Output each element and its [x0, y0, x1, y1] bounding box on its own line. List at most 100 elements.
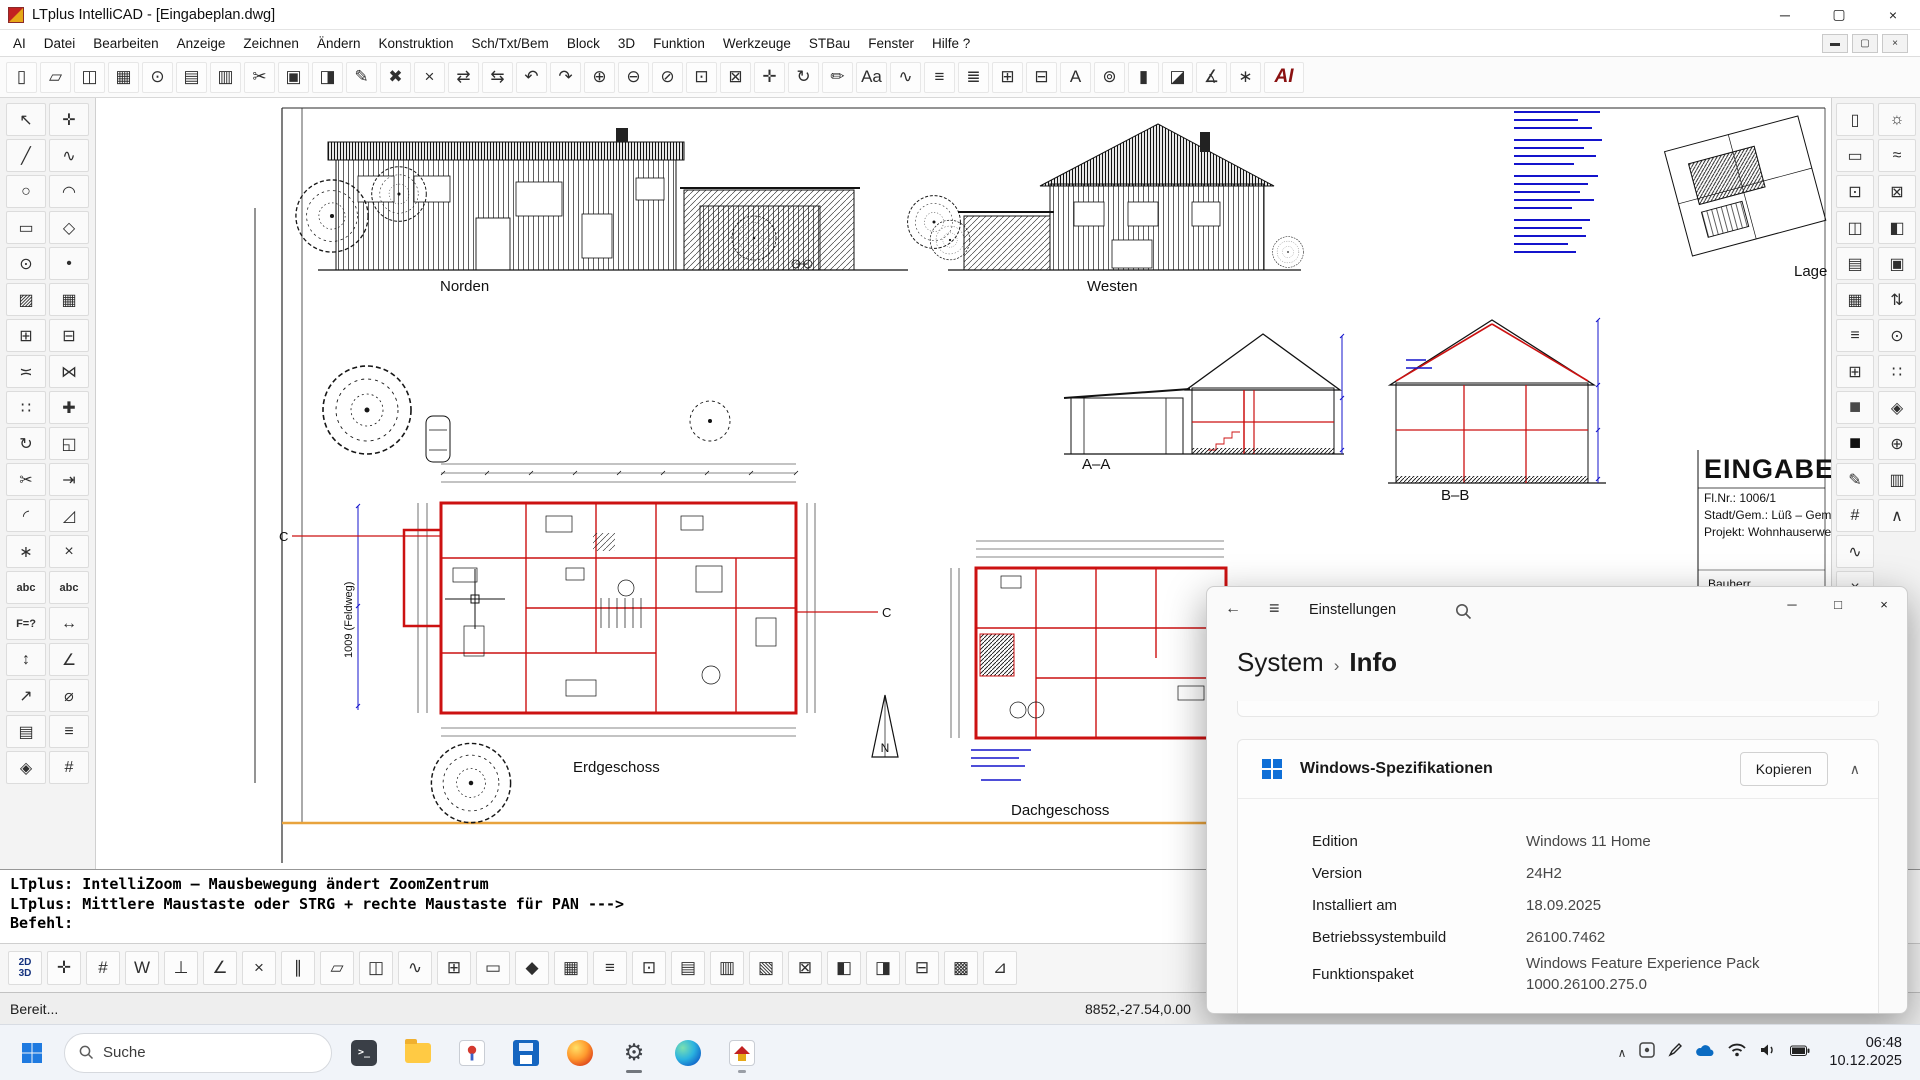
viewport-icon[interactable]: ⊡	[1836, 175, 1874, 208]
settings-minimize-button[interactable]: ─	[1769, 587, 1815, 621]
pin-app-icon[interactable]	[450, 1031, 494, 1075]
hidden-icons-chevron[interactable]: ∧	[1618, 1046, 1627, 1060]
explode-tool-icon[interactable]: ∗	[6, 535, 46, 568]
pen-icon[interactable]	[1668, 1043, 1682, 1062]
print-snap-icon[interactable]: ▤	[671, 951, 705, 985]
save-icon[interactable]: ◫	[74, 62, 105, 93]
menu-item[interactable]: Ändern	[308, 33, 370, 54]
polygon-snap-icon[interactable]: ▱	[320, 951, 354, 985]
measure-icon[interactable]: ∡	[1196, 62, 1227, 93]
plus-icon[interactable]: ⊕	[1878, 427, 1916, 460]
block-create-icon[interactable]: ⊟	[49, 319, 89, 352]
menu-item[interactable]: Fenster	[859, 33, 923, 54]
settings-sun-icon[interactable]: ☼	[1878, 103, 1916, 136]
onedrive-cloud-icon[interactable]	[1695, 1044, 1715, 1062]
pattern-diag-icon[interactable]: ▧	[749, 951, 783, 985]
dim-linear-icon[interactable]: ↔	[49, 607, 89, 640]
close-button[interactable]: ×	[1866, 0, 1920, 29]
layout-icon[interactable]: ▭	[1836, 139, 1874, 172]
circle-tool-icon[interactable]: ○	[6, 175, 46, 208]
block-icon[interactable]: ⊞	[1836, 355, 1874, 388]
breadcrumb-system[interactable]: System	[1237, 647, 1324, 678]
text-icon[interactable]: A	[1060, 62, 1091, 93]
zoom-in-icon[interactable]: ⊕	[584, 62, 615, 93]
menu-item[interactable]: Funktion	[644, 33, 714, 54]
updown-icon[interactable]: ⇅	[1878, 283, 1916, 316]
layer-tool-icon[interactable]: ≡	[49, 715, 89, 748]
edit-pen-icon[interactable]: ✎	[346, 62, 377, 93]
menu-item[interactable]: Bearbeiten	[84, 33, 167, 54]
properties-tool-icon[interactable]: ◈	[6, 751, 46, 784]
pen-icon[interactable]: ✎	[1836, 463, 1874, 496]
save-app-icon[interactable]	[504, 1031, 548, 1075]
snap-icon[interactable]: #	[1836, 499, 1874, 532]
terminal-icon[interactable]: >_	[342, 1031, 386, 1075]
mdi-close-button[interactable]: ×	[1882, 34, 1908, 53]
menu-item[interactable]: Block	[558, 33, 609, 54]
block-insert-icon[interactable]: ⊞	[6, 319, 46, 352]
viewport-icon[interactable]: ▮	[1128, 62, 1159, 93]
pan-cross-icon[interactable]: ✛	[49, 103, 89, 136]
chamfer-tool-icon[interactable]: ◿	[49, 499, 89, 532]
ai-tools-button[interactable]: AI	[1264, 62, 1304, 93]
taskbar-clock[interactable]: 06:48 10.12.2025	[1829, 1035, 1902, 1070]
minus-block-icon[interactable]: ⊟	[905, 951, 939, 985]
tray-app-icon[interactable]	[1639, 1042, 1655, 1063]
open-folder-icon[interactable]: ▱	[40, 62, 71, 93]
polygon-tool-icon[interactable]: ◇	[49, 211, 89, 244]
settings-maximize-button[interactable]: □	[1815, 587, 1861, 621]
match-properties-icon[interactable]: ✏	[822, 62, 853, 93]
mirror-tool-icon[interactable]: ⋈	[49, 355, 89, 388]
hamburger-menu-icon[interactable]: ≡	[1269, 598, 1280, 619]
dim-angular-icon[interactable]: ∠	[49, 643, 89, 676]
block-snap-icon[interactable]: ⊞	[437, 951, 471, 985]
layers-icon[interactable]: ≡	[924, 62, 955, 93]
region-tool-icon[interactable]: ▦	[49, 283, 89, 316]
array-tool-icon[interactable]: ∷	[6, 391, 46, 424]
zoom-extents-icon[interactable]: ⊠	[1878, 175, 1916, 208]
insert-block-icon[interactable]: ⊟	[1026, 62, 1057, 93]
menu-item[interactable]: Anzeige	[168, 33, 235, 54]
spline-icon[interactable]: ∿	[1836, 535, 1874, 568]
cut-icon[interactable]: ✂	[244, 62, 275, 93]
fillet-tool-icon[interactable]: ◜	[6, 499, 46, 532]
pan-icon[interactable]: ✛	[754, 62, 785, 93]
minimize-button[interactable]: ─	[1758, 0, 1812, 29]
swap-icon[interactable]: ⇄	[448, 62, 479, 93]
file-explorer-icon[interactable]	[396, 1031, 440, 1075]
save-as-icon[interactable]: ▦	[108, 62, 139, 93]
dim-vertical-icon[interactable]: ↕	[6, 643, 46, 676]
volume-icon[interactable]	[1759, 1043, 1777, 1062]
hatch-icon[interactable]: ▥	[1878, 463, 1916, 496]
windows-spec-header[interactable]: Windows-Spezifikationen Kopieren ∧	[1238, 740, 1878, 798]
grid-icon[interactable]: ▦	[1836, 283, 1874, 316]
rect-snap-icon[interactable]: ▭	[476, 951, 510, 985]
pattern-icon[interactable]: ▥	[710, 951, 744, 985]
target-icon[interactable]: ⊙	[1878, 319, 1916, 352]
copy-button[interactable]: Kopieren	[1740, 752, 1828, 786]
fill-icon[interactable]: ▣	[1878, 247, 1916, 280]
extents-icon[interactable]: ⊠	[788, 951, 822, 985]
move-tool-icon[interactable]: ✚	[49, 391, 89, 424]
midpoint-snap-icon[interactable]: ◫	[359, 951, 393, 985]
text-tool-icon[interactable]: abc	[6, 571, 46, 604]
dense-hatch-icon[interactable]: ▩	[944, 951, 978, 985]
extend-tool-icon[interactable]: ⇥	[49, 463, 89, 496]
menu-item[interactable]: Hilfe ?	[923, 33, 979, 54]
dim-radius-icon[interactable]: ⌀	[49, 679, 89, 712]
angle-snap-icon[interactable]: ∠	[203, 951, 237, 985]
erase-query-icon[interactable]: ×	[414, 62, 445, 93]
layer-states-icon[interactable]: ≣	[958, 62, 989, 93]
half-right-icon[interactable]: ◨	[866, 951, 900, 985]
erase-tool-icon[interactable]: ×	[49, 535, 89, 568]
ellipse-tool-icon[interactable]: ⊙	[6, 247, 46, 280]
scale-tool-icon[interactable]: ◱	[49, 427, 89, 460]
zoom-out-icon[interactable]: ⊖	[618, 62, 649, 93]
layers-snap-icon[interactable]: ≡	[593, 951, 627, 985]
field-tool-icon[interactable]: F=?	[6, 607, 46, 640]
perpendicular-snap-icon[interactable]: ⊥	[164, 951, 198, 985]
rotate-tool-icon[interactable]: ↻	[6, 427, 46, 460]
curve-snap-icon[interactable]: ∿	[398, 951, 432, 985]
menu-item[interactable]: 3D	[609, 33, 644, 54]
mdi-minimize-button[interactable]: ▬	[1822, 34, 1848, 53]
